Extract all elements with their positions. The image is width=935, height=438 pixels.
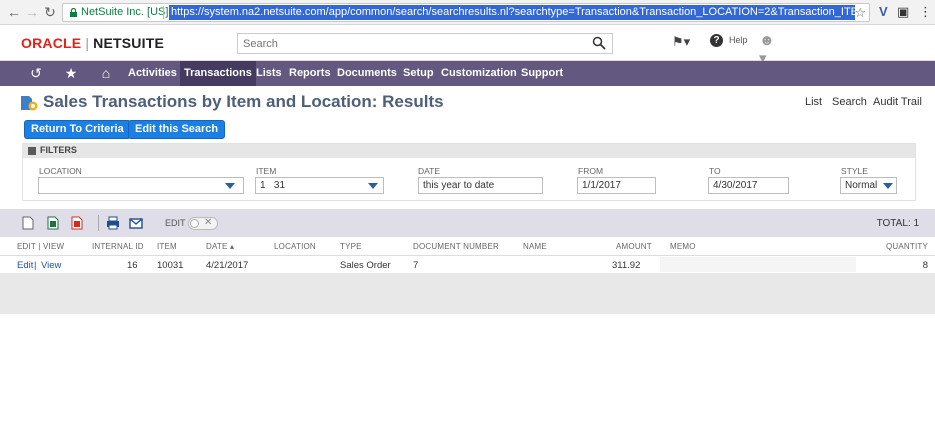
export-csv-icon[interactable] <box>22 216 34 230</box>
results-table-header: EDIT | VIEW INTERNAL ID ITEM DATE ▴ LOCA… <box>0 237 935 256</box>
date-field[interactable]: this year to date <box>418 177 543 194</box>
location-label: LOCATION <box>39 166 82 176</box>
toolbar-divider <box>98 215 99 231</box>
column-location[interactable]: LOCATION <box>274 242 316 251</box>
nav-setup[interactable]: Setup <box>399 61 438 86</box>
results-toolbar: EDIT ✕ TOTAL: 1 <box>0 209 935 237</box>
item-value: 1 31 <box>260 180 286 191</box>
chevron-down-icon <box>883 183 893 189</box>
bookmark-star-icon[interactable]: ☆ <box>854 4 866 21</box>
filters-panel: FILTERS LOCATION ITEM 1 31 DATE this yea… <box>22 143 916 201</box>
item-select[interactable]: 1 31 <box>255 177 384 194</box>
nav-support[interactable]: Support <box>517 61 567 86</box>
edit-this-search-button[interactable]: Edit this Search <box>128 120 226 139</box>
column-date[interactable]: DATE ▴ <box>206 242 234 251</box>
item-label: ITEM <box>256 166 277 176</box>
saved-search-icon <box>21 96 38 111</box>
column-amount[interactable]: AMOUNT <box>616 242 652 251</box>
oracle-netsuite-logo[interactable]: ORACLE | NETSUITE <box>21 35 164 51</box>
style-select[interactable]: Normal <box>840 177 897 194</box>
table-row: Edit | View 16 10031 4/21/2017 Sales Ord… <box>0 256 935 273</box>
total-count: TOTAL: 1 <box>876 218 919 229</box>
address-divider <box>163 6 164 19</box>
collapse-icon[interactable] <box>28 147 36 155</box>
forward-arrow-icon[interactable]: → <box>24 3 40 21</box>
recent-history-icon[interactable]: ↺ <box>26 64 46 83</box>
filters-label: FILTERS <box>40 145 77 155</box>
edit-view-separator: | <box>34 260 37 271</box>
reload-icon[interactable]: ↻ <box>42 3 58 21</box>
column-type[interactable]: TYPE <box>340 242 362 251</box>
recent-records-icon[interactable]: ⚑▾ <box>672 34 690 50</box>
results-footer <box>0 273 935 314</box>
search-link[interactable]: Search <box>832 96 867 108</box>
favorites-star-icon[interactable]: ★ <box>61 64 81 83</box>
column-item[interactable]: ITEM <box>157 242 177 251</box>
to-date-field[interactable]: 4/30/2017 <box>708 177 789 194</box>
cell-item: 10031 <box>157 260 184 271</box>
from-label: FROM <box>578 166 604 176</box>
main-navigation: ↺ ★ ⌂ Activities Transactions Lists Repo… <box>0 61 935 86</box>
global-search <box>237 33 613 54</box>
edit-link[interactable]: Edit <box>17 260 33 271</box>
lock-icon <box>70 8 77 17</box>
toggle-knob <box>190 219 199 228</box>
search-icon[interactable] <box>592 36 606 50</box>
edit-label: EDIT <box>165 218 186 228</box>
column-memo[interactable]: MEMO <box>670 242 696 251</box>
menu-kebab-icon[interactable]: ⋮ <box>919 4 932 20</box>
return-to-criteria-button[interactable]: Return To Criteria <box>24 120 131 139</box>
url-text[interactable]: https://system.na2.netsuite.com/app/comm… <box>169 5 855 20</box>
nav-customization[interactable]: Customization <box>437 61 521 86</box>
column-quantity[interactable]: QUANTITY <box>886 242 928 251</box>
cell-type: Sales Order <box>340 260 391 271</box>
extension-v-icon[interactable]: V <box>879 4 888 20</box>
browser-toolbar: ← → ↻ NetSuite Inc. [US] https://system.… <box>0 0 935 25</box>
email-icon[interactable] <box>129 216 143 230</box>
print-icon[interactable] <box>106 216 120 230</box>
nav-activities[interactable]: Activities <box>124 61 181 86</box>
cell-amount: 311.92 <box>612 260 641 271</box>
column-internal-id[interactable]: INTERNAL ID <box>92 242 144 251</box>
location-select[interactable] <box>38 177 244 194</box>
help-icon[interactable]: ? <box>710 34 723 47</box>
column-edit-view: EDIT | VIEW <box>17 242 65 251</box>
style-label: STYLE <box>841 166 868 176</box>
global-search-input[interactable] <box>238 34 578 54</box>
from-date-field[interactable]: 1/1/2017 <box>577 177 656 194</box>
to-label: TO <box>709 166 721 176</box>
cell-document-number: 7 <box>413 260 419 271</box>
cell-quantity: 8 <box>922 260 928 271</box>
extension-square-icon[interactable]: ▣ <box>897 4 909 20</box>
nav-transactions[interactable]: Transactions <box>180 61 256 86</box>
filters-header[interactable]: FILTERS <box>23 144 915 158</box>
style-value: Normal <box>845 180 878 191</box>
help-link[interactable]: Help <box>729 35 748 45</box>
view-link[interactable]: View <box>41 260 61 271</box>
cell-internal-id: 16 <box>127 260 138 271</box>
site-identity: NetSuite Inc. [US] <box>81 6 169 18</box>
home-icon[interactable]: ⌂ <box>96 64 116 83</box>
close-icon: ✕ <box>204 217 213 228</box>
export-pdf-icon[interactable] <box>71 216 83 230</box>
column-name[interactable]: NAME <box>523 242 547 251</box>
nav-lists[interactable]: Lists <box>252 61 286 86</box>
address-bar[interactable]: NetSuite Inc. [US] https://system.na2.ne… <box>62 3 870 22</box>
cell-memo <box>660 257 856 272</box>
date-label: DATE <box>418 166 441 176</box>
inline-edit-toggle[interactable]: ✕ <box>188 217 218 230</box>
cell-date: 4/21/2017 <box>206 260 249 271</box>
chevron-down-icon <box>368 183 378 189</box>
back-arrow-icon[interactable]: ← <box>6 3 22 21</box>
chevron-down-icon <box>225 183 235 189</box>
export-excel-icon[interactable] <box>47 216 59 230</box>
netsuite-header: ORACLE|NETSUITE ⚑▾ ? Help ☻▾ <box>0 26 935 67</box>
page-title: Sales Transactions by Item and Location:… <box>43 92 444 111</box>
list-link[interactable]: List <box>805 96 822 108</box>
column-document-number[interactable]: DOCUMENT NUMBER <box>413 242 499 251</box>
nav-documents[interactable]: Documents <box>333 61 401 86</box>
audit-trail-link[interactable]: Audit Trail <box>873 96 922 108</box>
nav-reports[interactable]: Reports <box>285 61 335 86</box>
